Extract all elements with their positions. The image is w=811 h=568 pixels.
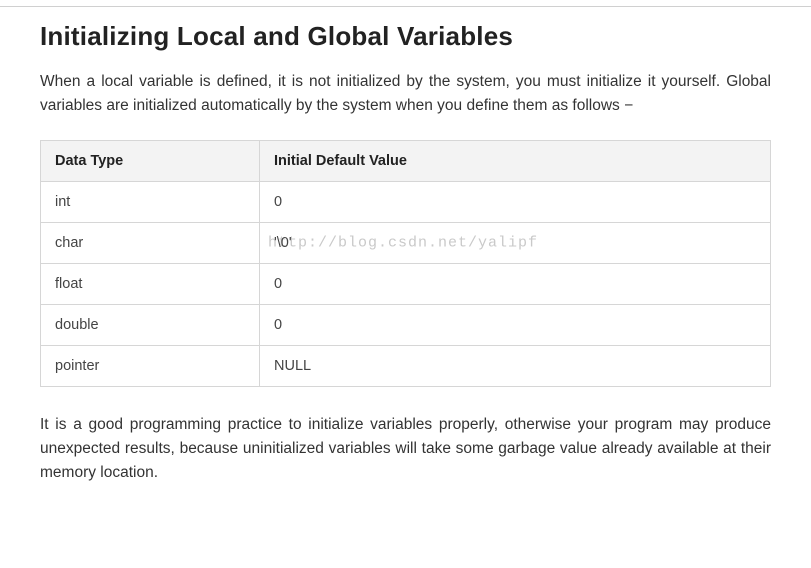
- cell-type: float: [41, 264, 260, 305]
- cell-value: NULL: [260, 346, 771, 387]
- intro-paragraph: When a local variable is defined, it is …: [40, 70, 771, 118]
- cell-value: http://blog.csdn.net/yalipf '\0': [260, 223, 771, 264]
- cell-type: int: [41, 182, 260, 223]
- table-header-row: Data Type Initial Default Value: [41, 141, 771, 182]
- table-row: int 0: [41, 182, 771, 223]
- cell-value-text: '\0': [274, 235, 292, 251]
- cell-value: 0: [260, 305, 771, 346]
- outro-paragraph: It is a good programming practice to ini…: [40, 413, 771, 485]
- table-row: pointer NULL: [41, 346, 771, 387]
- cell-type: double: [41, 305, 260, 346]
- table-row: char http://blog.csdn.net/yalipf '\0': [41, 223, 771, 264]
- cell-type: char: [41, 223, 260, 264]
- cell-type: pointer: [41, 346, 260, 387]
- cell-value: 0: [260, 264, 771, 305]
- document-page: Initializing Local and Global Variables …: [0, 6, 811, 527]
- col-header-initial-value: Initial Default Value: [260, 141, 771, 182]
- default-values-table: Data Type Initial Default Value int 0 ch…: [40, 140, 771, 387]
- cell-value: 0: [260, 182, 771, 223]
- section-heading: Initializing Local and Global Variables: [40, 21, 771, 52]
- watermark-text: http://blog.csdn.net/yalipf: [268, 235, 538, 252]
- table-row: double 0: [41, 305, 771, 346]
- table-row: float 0: [41, 264, 771, 305]
- col-header-data-type: Data Type: [41, 141, 260, 182]
